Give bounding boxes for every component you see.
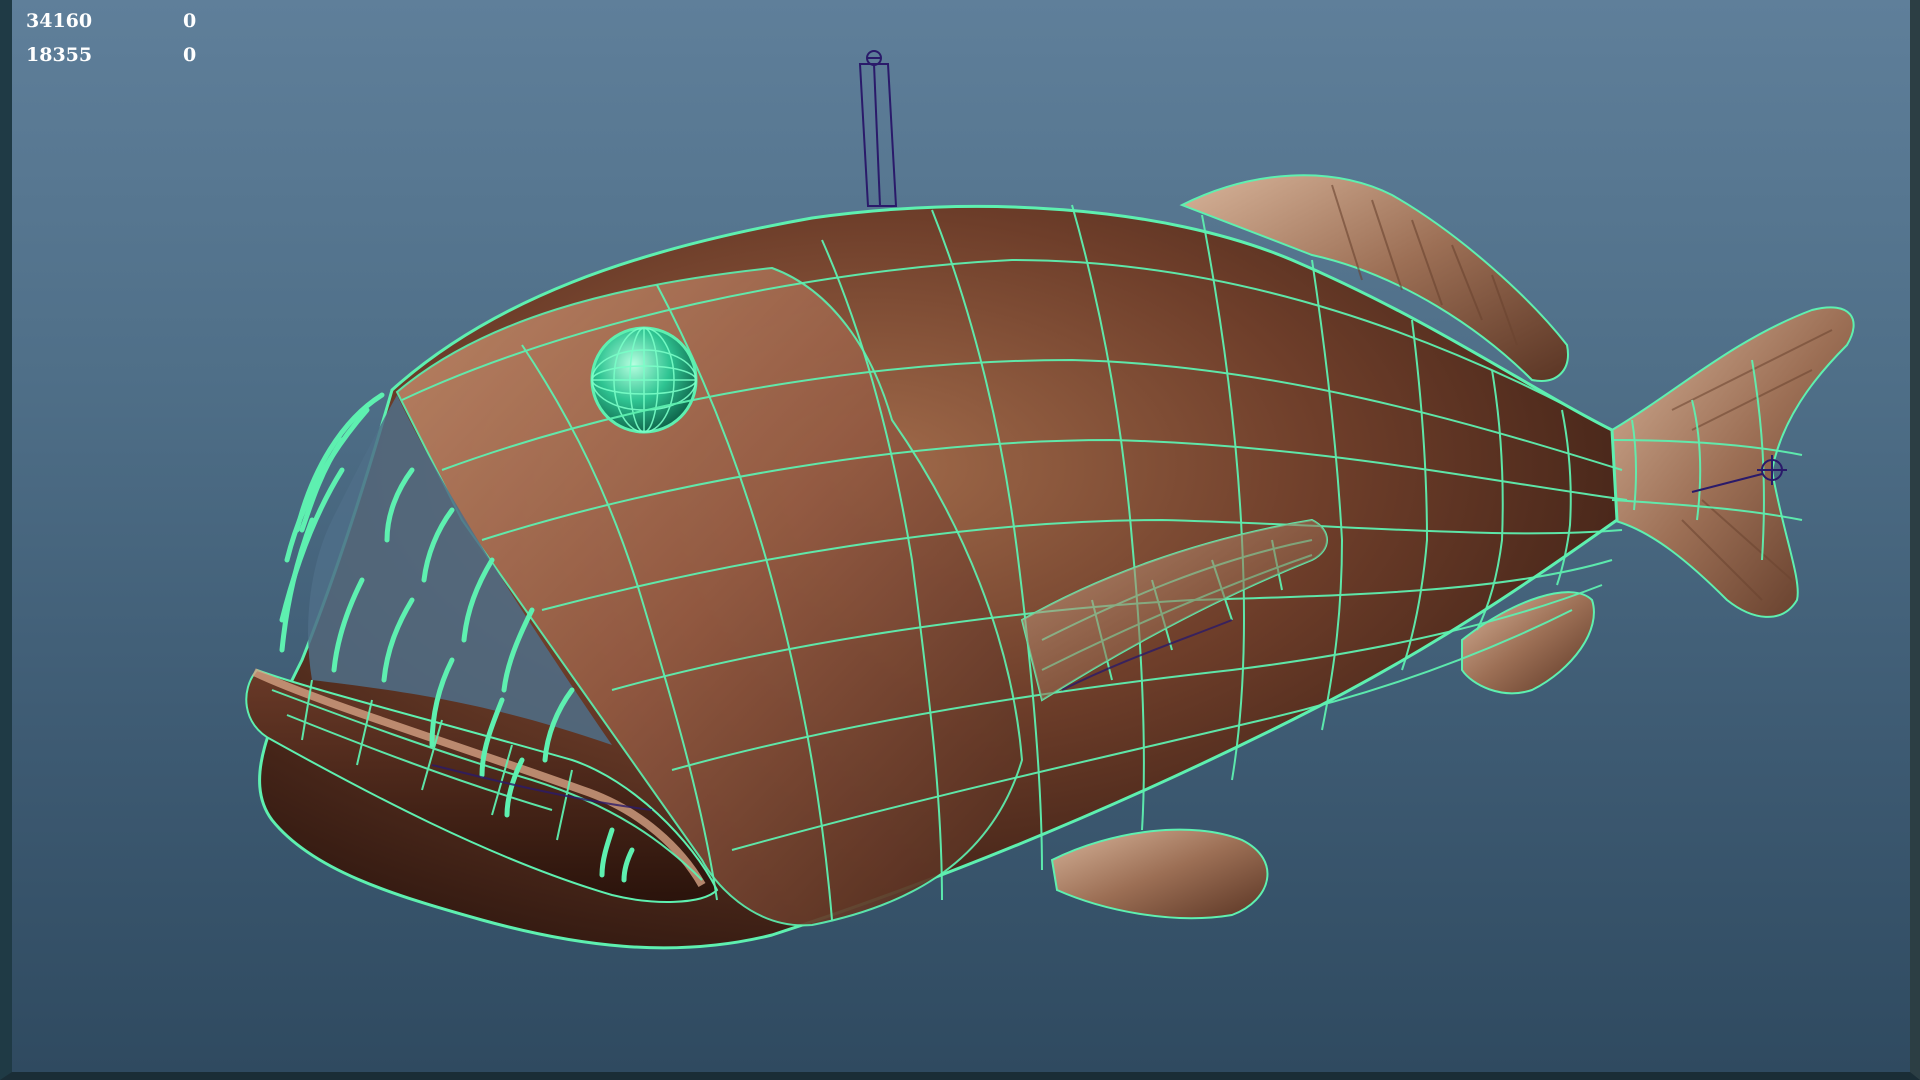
3d-viewport[interactable]: 34160 0 18355 0 [0, 0, 1920, 1080]
anglerfish-model-icon[interactable] [12, 0, 1920, 1080]
eye [590, 326, 698, 434]
dorsal-locator [858, 50, 898, 207]
pelvic-fin [1050, 828, 1269, 920]
